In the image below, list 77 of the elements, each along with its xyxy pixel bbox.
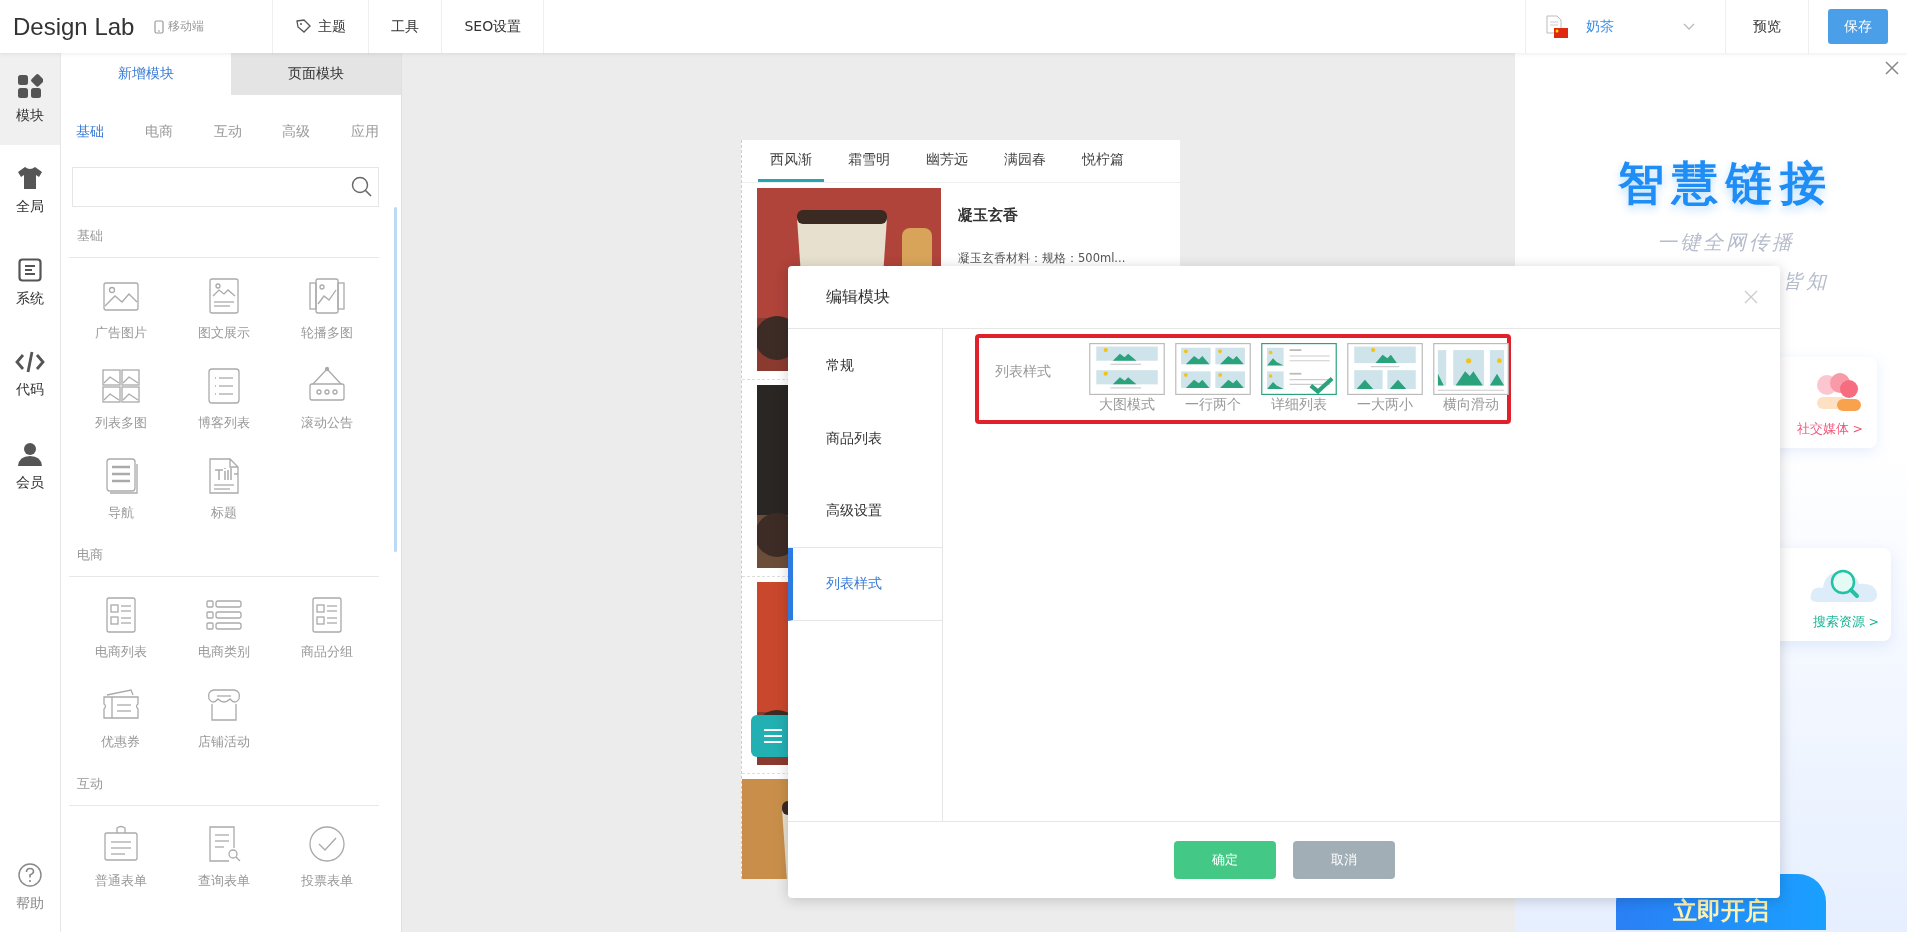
- field-label: 列表样式: [995, 363, 1052, 381]
- document-flag-icon: [1544, 14, 1570, 39]
- module-item[interactable]: 优惠券: [69, 685, 173, 751]
- help-icon: [18, 863, 42, 887]
- section-heading: 互动: [69, 763, 379, 806]
- blocks-icon: [17, 73, 43, 99]
- rail-item[interactable]: 模块: [0, 53, 60, 145]
- document-icon: [18, 258, 42, 282]
- product-description: 凝玉玄香材料：规格：500ml...: [958, 251, 1126, 266]
- category-tab[interactable]: 高级: [282, 123, 311, 141]
- category-tab[interactable]: 应用: [351, 123, 379, 141]
- list-style-option[interactable]: 一行两个: [1173, 343, 1253, 414]
- module-item[interactable]: 查询表单: [172, 824, 276, 890]
- shirt-icon: [17, 166, 43, 190]
- grid-module-icon: [100, 366, 141, 406]
- module-item[interactable]: 博客列表: [172, 366, 276, 432]
- logo-text: Design Lab: [13, 12, 135, 41]
- code-icon: [15, 351, 45, 373]
- dialog-title: 编辑模块: [826, 286, 890, 308]
- module-item[interactable]: 电商类别: [172, 595, 276, 661]
- section-heading: 电商: [69, 534, 379, 577]
- tag-icon: [295, 19, 313, 34]
- list-style-option[interactable]: 大图模式: [1087, 343, 1167, 414]
- caret-icon: [1683, 22, 1695, 31]
- promo-title: 智慧链接: [1618, 155, 1834, 212]
- vote-module-icon: [307, 824, 348, 864]
- list-style-option[interactable]: 横向滑动: [1431, 343, 1511, 414]
- rail-item[interactable]: 会员: [0, 421, 60, 513]
- search-icon: [351, 176, 373, 198]
- rail-item[interactable]: 全局: [0, 145, 60, 237]
- rail-item[interactable]: 系统: [0, 237, 60, 329]
- search-field[interactable]: [72, 167, 379, 207]
- save-button[interactable]: 保存: [1828, 9, 1888, 44]
- module-item[interactable]: 标题: [172, 456, 276, 522]
- module-item[interactable]: 列表多图: [69, 366, 173, 432]
- category-tab[interactable]: 基础: [76, 123, 104, 141]
- category-tab[interactable]: 满园春: [992, 140, 1058, 182]
- promo-subtitle: 皆知: [1783, 268, 1829, 295]
- promo-subtitle: 一键全网传播: [1657, 229, 1795, 256]
- dialog-tab[interactable]: 高级设置: [788, 475, 942, 548]
- scrollbar[interactable]: [394, 207, 397, 552]
- confirm-button[interactable]: 确定: [1173, 841, 1276, 879]
- phone-icon: [154, 19, 165, 34]
- module-item[interactable]: 电商列表: [69, 595, 173, 661]
- help-button[interactable]: 帮助: [0, 848, 60, 928]
- category-tab[interactable]: 幽芳远: [914, 140, 980, 182]
- menu-icon: [763, 728, 783, 744]
- rail-item[interactable]: 代码: [0, 329, 60, 421]
- device-label: 移动端: [168, 18, 205, 35]
- list-style-option[interactable]: 一大两小: [1345, 343, 1425, 414]
- category-tab[interactable]: 悦柠篇: [1070, 140, 1136, 182]
- module-item[interactable]: 导航: [69, 456, 173, 522]
- dialog-tab[interactable]: 商品列表: [788, 402, 942, 475]
- category-tab[interactable]: 西风渐: [758, 140, 824, 182]
- dialog-tab[interactable]: 常规: [788, 329, 942, 402]
- carousel-module-icon: [307, 276, 348, 316]
- category-tab[interactable]: 电商: [144, 123, 173, 141]
- module-item[interactable]: 店铺活动: [172, 685, 276, 751]
- list-style-option[interactable]: 详细列表: [1259, 343, 1339, 414]
- user-icon: [17, 442, 43, 466]
- close-icon[interactable]: [1744, 290, 1758, 304]
- category-tab[interactable]: 霜雪明: [836, 140, 902, 182]
- module-item[interactable]: 滚动公告: [275, 366, 379, 432]
- module-item[interactable]: 图文展示: [172, 276, 276, 342]
- module-item[interactable]: 普通表单: [69, 824, 173, 890]
- close-icon[interactable]: [1885, 61, 1899, 75]
- panel-tab[interactable]: 页面模块: [231, 53, 401, 95]
- module-item[interactable]: 商品分组: [275, 595, 379, 661]
- cancel-button[interactable]: 取消: [1292, 841, 1395, 879]
- section-heading: 基础: [69, 215, 379, 258]
- module-item[interactable]: 轮播多图: [275, 276, 379, 342]
- dialog-tab[interactable]: 列表样式: [788, 548, 942, 621]
- category-tab[interactable]: 互动: [213, 123, 242, 141]
- module-item[interactable]: 广告图片: [69, 276, 173, 342]
- module-item[interactable]: 投票表单: [275, 824, 379, 890]
- nav-item[interactable]: SEO设置: [441, 0, 545, 53]
- product-title: 凝玉玄香: [958, 206, 1019, 225]
